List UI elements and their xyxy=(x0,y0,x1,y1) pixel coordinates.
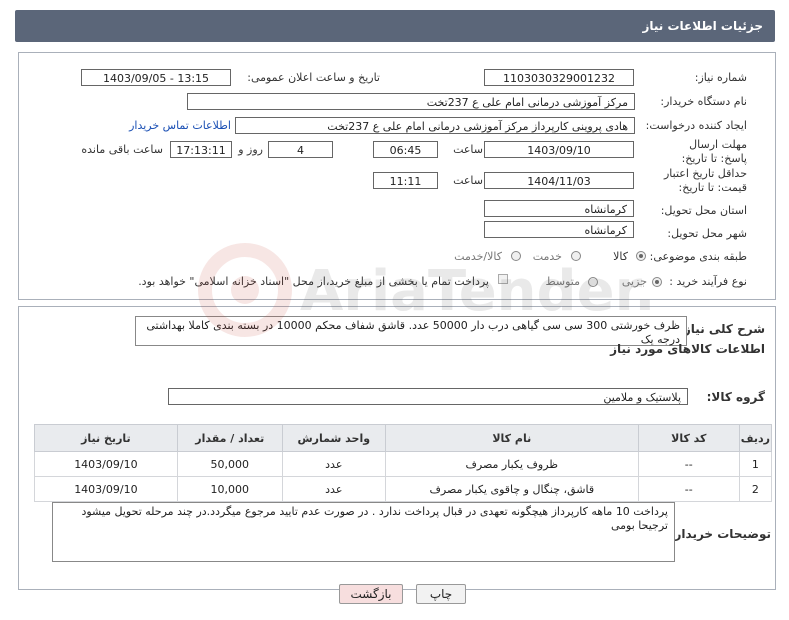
remaining-time-label: ساعت باقی مانده xyxy=(81,143,163,156)
send-deadline-time-label: ساعت xyxy=(453,143,483,156)
send-deadline-label: مهلت ارسال پاسخ: تا تاریخ: xyxy=(681,138,747,165)
price-validity-date-field[interactable]: 1404/11/03 xyxy=(484,172,634,189)
need-number-label: شماره نیاز: xyxy=(694,71,747,84)
category-radio-service[interactable] xyxy=(571,251,581,261)
category-option-goods: کالا xyxy=(613,250,628,263)
treasury-payment-checkbox[interactable] xyxy=(498,274,508,284)
cell-name: قاشق، چنگال و چاقوی یکبار مصرف xyxy=(384,476,639,502)
buyer-notes-label: توضیحات خریدار: xyxy=(669,527,771,541)
remaining-time-field[interactable]: 17:13:11 xyxy=(170,141,232,158)
process-radio-minor[interactable] xyxy=(652,277,662,287)
process-option-minor: جزیی xyxy=(621,275,647,288)
cell-code: -- xyxy=(637,476,740,502)
city-label: شهر محل تحویل: xyxy=(667,227,747,240)
page-title: جزئیات اطلاعات نیاز xyxy=(642,19,763,33)
cell-qty: 10,000 xyxy=(176,476,283,502)
category-option-service: خدمت xyxy=(532,250,562,263)
price-validity-time-label: ساعت xyxy=(453,174,483,187)
buyer-org-field[interactable]: مرکز آموزشی درمانی امام علی ع 237تخت xyxy=(187,93,635,110)
days-label: روز و xyxy=(238,143,263,156)
buyer-contact-link[interactable]: اطلاعات تماس خریدار xyxy=(129,119,231,132)
cell-row: 2 xyxy=(738,476,773,502)
back-button[interactable]: بازگشت xyxy=(339,584,403,604)
cell-unit: عدد xyxy=(281,476,386,502)
description-label: شرح کلی نیاز: xyxy=(679,322,765,336)
category-option-goods-service: کالا/خدمت xyxy=(454,250,502,263)
announce-label: تاریخ و ساعت اعلان عمومی: xyxy=(247,71,380,84)
cell-date: 1403/09/10 xyxy=(34,451,178,477)
process-label: نوع فرآیند خرید : xyxy=(669,275,747,288)
need-number-field[interactable]: 1103030329001232 xyxy=(484,69,634,86)
announce-field[interactable]: 1403/09/05 - 13:15 xyxy=(81,69,231,86)
cell-row: 1 xyxy=(738,451,773,477)
days-remaining-field[interactable]: 4 xyxy=(268,141,333,158)
buyer-notes-textarea[interactable]: پرداخت 10 ماهه کارپرداز هیچگونه تعهدی در… xyxy=(52,502,675,562)
table-header-row: ردیف کد کالا نام کالا واحد شمارش تعداد /… xyxy=(34,424,773,452)
cell-code: -- xyxy=(637,451,740,477)
requester-label: ایجاد کننده درخواست: xyxy=(645,119,747,132)
category-radio-goods-service[interactable] xyxy=(511,251,521,261)
cell-qty: 50,000 xyxy=(176,451,283,477)
price-validity-label: حداقل تاریخ اعتبار قیمت: تا تاریخ: xyxy=(663,167,747,194)
buyer-org-label: نام دستگاه خریدار: xyxy=(660,95,747,108)
send-deadline-date-field[interactable]: 1403/09/10 xyxy=(484,141,634,158)
page-header: جزئیات اطلاعات نیاز xyxy=(15,10,775,42)
table-row[interactable]: 2 -- قاشق، چنگال و چاقوی یکبار مصرف عدد … xyxy=(34,476,773,502)
col-date-header: تاریخ نیاز xyxy=(34,424,178,452)
col-name-header: نام کالا xyxy=(384,424,639,452)
print-button[interactable]: چاپ xyxy=(416,584,466,604)
process-radio-medium[interactable] xyxy=(588,277,598,287)
goods-section-title: اطلاعات کالاهای مورد نیاز xyxy=(610,342,765,356)
cell-name: ظروف یکبار مصرف xyxy=(384,451,639,477)
goods-table: ردیف کد کالا نام کالا واحد شمارش تعداد /… xyxy=(34,424,773,502)
treasury-payment-note: پرداخت تمام یا بخشی از مبلغ خرید،از محل … xyxy=(138,275,489,288)
cell-date: 1403/09/10 xyxy=(34,476,178,502)
category-radio-goods[interactable] xyxy=(636,251,646,261)
table-row[interactable]: 1 -- ظروف یکبار مصرف عدد 50,000 1403/09/… xyxy=(34,451,773,477)
city-field[interactable]: کرمانشاه xyxy=(484,221,634,238)
province-field[interactable]: کرمانشاه xyxy=(484,200,634,217)
send-deadline-time-field[interactable]: 06:45 xyxy=(373,141,438,158)
price-validity-time-field[interactable]: 11:11 xyxy=(373,172,438,189)
cell-unit: عدد xyxy=(281,451,386,477)
col-unit-header: واحد شمارش xyxy=(281,424,386,452)
col-row-header: ردیف xyxy=(738,424,773,452)
goods-group-field[interactable]: پلاستیک و ملامین xyxy=(168,388,688,405)
col-code-header: کد کالا xyxy=(637,424,740,452)
goods-group-label: گروه کالا: xyxy=(706,390,765,404)
description-textarea[interactable]: ظرف خورشتی 300 سی سی گیاهی درب دار 50000… xyxy=(135,316,687,346)
province-label: استان محل تحویل: xyxy=(660,204,747,217)
process-option-medium: متوسط xyxy=(545,275,580,288)
requester-field[interactable]: هادی پروینی کارپرداز مرکز آموزشی درمانی … xyxy=(235,117,635,134)
category-label: طبقه بندی موضوعی: xyxy=(649,250,747,263)
col-qty-header: تعداد / مقدار xyxy=(176,424,283,452)
